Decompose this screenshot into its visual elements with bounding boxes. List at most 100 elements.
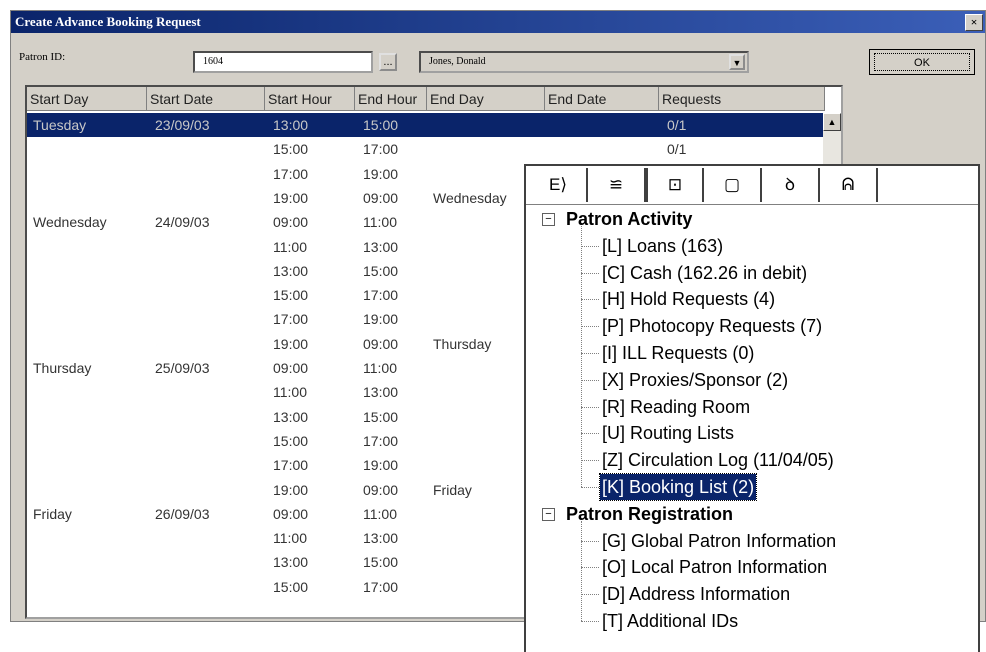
- tree-connector: [581, 567, 599, 569]
- cell-start-hour: 19:00: [273, 189, 309, 206]
- cell-end-day: Friday: [433, 481, 472, 498]
- tree-item[interactable]: [T] Additional IDs: [602, 608, 738, 634]
- tree-item[interactable]: [I] ILL Requests (0): [602, 340, 754, 366]
- cell-start-day: Thursday: [33, 360, 92, 376]
- collapse-icon[interactable]: −: [542, 213, 555, 226]
- cell-start-hour: 19:00: [273, 335, 309, 352]
- cell-start-hour: 11:00: [273, 238, 307, 255]
- tree-connector: [581, 460, 599, 462]
- tree-item[interactable]: [L] Loans (163): [602, 233, 723, 259]
- cell-start-date: 25/09/03: [155, 360, 210, 376]
- cell-requests: 0/1: [667, 141, 687, 158]
- tab-notebook-icon[interactable]: ▢: [704, 168, 762, 202]
- scroll-up-icon[interactable]: ▲: [823, 113, 841, 131]
- cell-start-hour: 13:00: [273, 554, 309, 571]
- tree-connector: [581, 272, 599, 274]
- cell-end-hour: 19:00: [363, 457, 399, 474]
- cell-end-hour: 17:00: [363, 287, 399, 304]
- tree-connector: [581, 487, 599, 488]
- tree-item[interactable]: [C] Cash (162.26 in debit): [602, 260, 807, 286]
- tree-connector: [581, 540, 599, 542]
- cell-end-hour: 19:00: [363, 311, 399, 328]
- cell-end-hour: 13:00: [363, 238, 399, 255]
- cell-start-hour: 15:00: [273, 432, 309, 449]
- cell-start-hour: 17:00: [273, 311, 309, 328]
- cell-end-hour: 11:00: [363, 360, 397, 376]
- hand-icon: ꝺ: [784, 175, 796, 194]
- tree-item[interactable]: [U] Routing Lists: [602, 420, 734, 446]
- tree-item[interactable]: [K] Booking List (2): [598, 473, 758, 501]
- cell-start-hour: 13:00: [273, 408, 309, 425]
- close-button[interactable]: ×: [965, 14, 983, 31]
- tree-item[interactable]: [D] Address Information: [602, 581, 790, 607]
- tree-item[interactable]: [G] Global Patron Information: [602, 528, 836, 554]
- activity-icon: ⊡: [667, 175, 683, 194]
- cell-end-hour: 15:00: [363, 117, 399, 133]
- window-titlebar[interactable]: Create Advance Booking Request ×: [11, 11, 985, 33]
- tree-group-patron-registration[interactable]: Patron Registration: [566, 501, 733, 527]
- cell-start-hour: 11:00: [273, 384, 307, 401]
- tree-item[interactable]: [R] Reading Room: [602, 394, 750, 420]
- cell-start-hour: 15:00: [273, 578, 309, 595]
- cell-requests: 0/1: [667, 117, 687, 133]
- cell-start-hour: 13:00: [273, 117, 309, 133]
- column-header-end-date[interactable]: End Date: [545, 87, 659, 111]
- collapse-icon[interactable]: −: [542, 507, 555, 521]
- tab-exit-icon[interactable]: E⟩: [530, 168, 588, 202]
- patron-name-value: Jones, Donald: [429, 56, 486, 67]
- cell-start-date: 24/09/03: [155, 214, 210, 231]
- tree-connector: [581, 594, 599, 596]
- cell-end-hour: 15:00: [363, 554, 399, 571]
- exit-icon: E⟩: [549, 175, 567, 194]
- cell-start-hour: 09:00: [273, 505, 309, 522]
- column-header-start-day[interactable]: Start Day: [27, 87, 147, 111]
- tree-guide-line: [581, 520, 582, 621]
- cell-end-hour: 17:00: [363, 578, 399, 595]
- ok-button[interactable]: OK: [869, 49, 975, 75]
- patron-id-input[interactable]: 1604: [193, 51, 373, 73]
- tree-connector: [581, 379, 599, 381]
- tree-item[interactable]: [H] Hold Requests (4): [602, 286, 775, 312]
- tree-item[interactable]: [O] Local Patron Information: [602, 554, 827, 580]
- tree-item[interactable]: [X] Proxies/Sponsor (2): [602, 367, 788, 393]
- tree-item[interactable]: [Z] Circulation Log (11/04/05): [602, 447, 834, 473]
- patron-icon: ≌: [608, 175, 624, 194]
- tree-group-patron-activity[interactable]: Patron Activity: [566, 206, 692, 232]
- tree-connector: [581, 433, 599, 435]
- column-header-requests[interactable]: Requests: [659, 87, 825, 111]
- tree-item[interactable]: [P] Photocopy Requests (7): [602, 313, 822, 339]
- column-header-start-hour[interactable]: Start Hour: [265, 87, 355, 111]
- patron-activity-panel: E⟩ ≌ ⊡ ▢ ꝺ ᕱ − Patron Activity [L] Loans (163)[…: [524, 164, 980, 652]
- column-header-end-day[interactable]: End Day: [427, 87, 545, 111]
- cell-end-hour: 17:00: [363, 141, 399, 158]
- cell-start-hour: 09:00: [273, 360, 309, 376]
- tab-activity-icon[interactable]: ⊡: [646, 168, 704, 202]
- cell-end-hour: 11:00: [363, 505, 397, 522]
- window-title: Create Advance Booking Request: [15, 14, 201, 29]
- cell-end-hour: 13:00: [363, 530, 399, 547]
- cell-end-hour: 13:00: [363, 384, 399, 401]
- cell-end-hour: 15:00: [363, 262, 399, 279]
- cell-end-hour: 09:00: [363, 335, 399, 352]
- patron-lookup-button[interactable]: ...: [379, 53, 397, 71]
- column-header-end-hour[interactable]: End Hour: [355, 87, 427, 111]
- patron-dropdown-icon[interactable]: ▼: [729, 54, 745, 70]
- tab-patron-icon[interactable]: ≌: [588, 168, 646, 202]
- cell-end-hour: 17:00: [363, 432, 399, 449]
- column-header-start-date[interactable]: Start Date: [147, 87, 265, 111]
- tree-connector: [581, 406, 599, 408]
- tree-connector: [581, 245, 599, 247]
- cell-start-hour: 17:00: [273, 457, 309, 474]
- binoculars-icon: ᕱ: [841, 175, 855, 194]
- cell-start-date: 26/09/03: [155, 505, 210, 522]
- tab-hand-icon[interactable]: ꝺ: [762, 168, 820, 202]
- cell-end-day: Wednesday: [433, 189, 507, 206]
- panel-tab-bar: E⟩ ≌ ⊡ ▢ ꝺ ᕱ: [526, 166, 978, 205]
- cell-end-hour: 15:00: [363, 408, 399, 425]
- cell-start-day: Tuesday: [33, 117, 87, 133]
- selected-row-highlight: [27, 113, 825, 137]
- tab-binoculars-icon[interactable]: ᕱ: [820, 168, 878, 202]
- notebook-icon: ▢: [723, 175, 741, 194]
- patron-name-field: Jones, Donald: [419, 51, 749, 73]
- tree-connector: [581, 353, 599, 354]
